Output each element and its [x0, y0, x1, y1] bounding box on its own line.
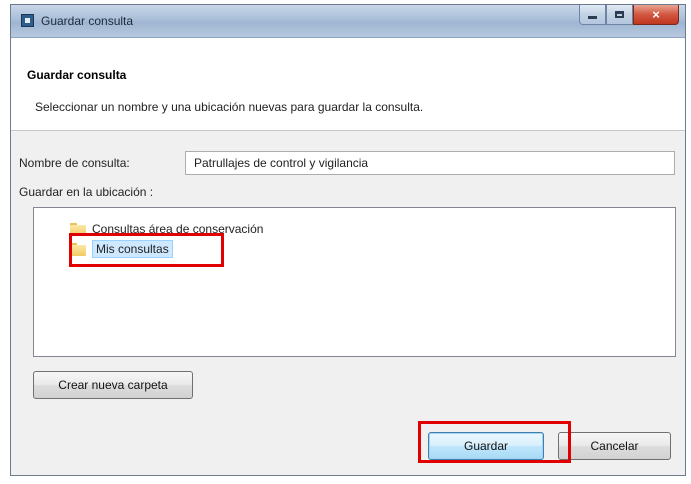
title-bar[interactable]: Guardar consulta ×: [11, 5, 685, 38]
dialog-description: Seleccionar un nombre y una ubicación nu…: [35, 100, 424, 114]
location-tree[interactable]: Consultas área de conservación Mis consu…: [33, 207, 676, 357]
tree-item-my-queries[interactable]: Mis consultas: [70, 240, 173, 258]
save-query-dialog: Guardar consulta × Guardar consulta Sele…: [10, 4, 686, 476]
maximize-icon: [615, 11, 624, 18]
folder-icon: [70, 242, 86, 256]
close-icon: ×: [652, 7, 660, 22]
dialog-header: Guardar consulta Seleccionar un nombre y…: [11, 38, 685, 131]
app-icon: [21, 14, 34, 27]
tree-item-area-queries[interactable]: Consultas área de conservación: [70, 220, 263, 238]
minimize-icon: [588, 16, 597, 19]
query-name-label: Nombre de consulta:: [19, 156, 130, 170]
query-name-input[interactable]: [185, 151, 675, 175]
window-controls: ×: [579, 5, 679, 27]
window-title: Guardar consulta: [41, 14, 134, 28]
tree-item-label: Mis consultas: [92, 240, 173, 258]
save-button[interactable]: Guardar: [428, 432, 544, 460]
cancel-button[interactable]: Cancelar: [558, 432, 671, 460]
close-button[interactable]: ×: [633, 5, 679, 25]
new-folder-button[interactable]: Crear nueva carpeta: [33, 371, 193, 399]
minimize-button[interactable]: [579, 5, 606, 25]
dialog-heading: Guardar consulta: [27, 68, 127, 82]
tree-item-label: Consultas área de conservación: [92, 222, 264, 236]
location-label: Guardar en la ubicación :: [19, 185, 154, 199]
folder-icon: [70, 222, 86, 236]
maximize-button[interactable]: [606, 5, 633, 25]
